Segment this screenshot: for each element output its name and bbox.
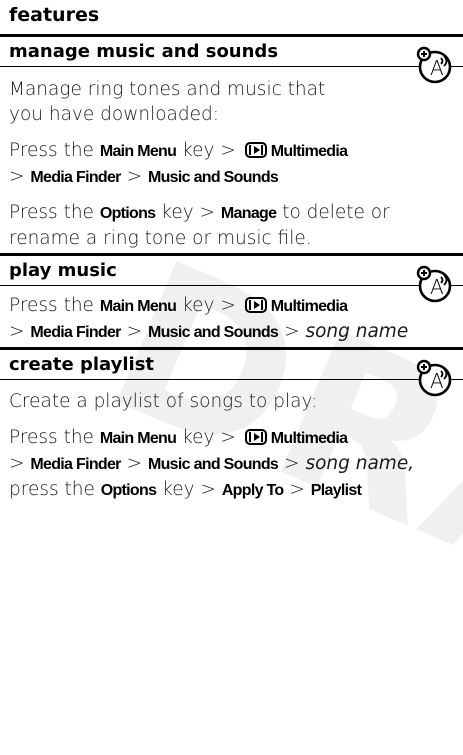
network-feature-icon: A [416, 359, 452, 397]
multimedia-menu: Multimedia [270, 143, 348, 160]
main-menu-key: Main Menu [99, 430, 177, 447]
section-heading: manage music and sounds [9, 41, 279, 62]
network-feature-icon: A [416, 265, 452, 303]
section-title-play-music: play music [0, 256, 463, 286]
multimedia-icon [244, 429, 267, 445]
apply-to-menu: Apply To [221, 482, 284, 499]
features-heading: features [9, 4, 100, 26]
music-and-sounds-menu: Music and Sounds [147, 324, 279, 341]
play-music-path: Press the Main Menu key > Multimedia > M… [9, 295, 409, 342]
media-finder-menu: Media Finder [30, 169, 121, 186]
multimedia-icon [244, 297, 267, 313]
manage-music-path: Press the Main Menu key > Multimedia > M… [9, 140, 348, 187]
main-menu-key: Main Menu [99, 298, 177, 315]
media-finder-menu: Media Finder [30, 456, 121, 473]
song-name-placeholder: song name, [305, 453, 415, 474]
playlist-menu: Playlist [310, 482, 362, 499]
multimedia-icon [244, 142, 267, 158]
options-key: Options [99, 205, 156, 222]
song-name-placeholder: song name [305, 321, 409, 342]
manual-page: DRAFT features manage music and sounds A… [0, 0, 463, 755]
create-playlist-intro: Create a playlist of songs to play: [9, 391, 318, 412]
options-key: Options [100, 482, 157, 499]
music-and-sounds-menu: Music and Sounds [147, 456, 279, 473]
music-and-sounds-menu: Music and Sounds [147, 169, 279, 186]
network-feature-icon: A [416, 46, 452, 84]
section-title-create-playlist: create playlist [0, 350, 463, 380]
main-menu-key: Main Menu [99, 143, 177, 160]
manage-menu: Manage [220, 205, 277, 222]
create-playlist-path: Press the Main Menu key > Multimedia > M… [9, 427, 415, 500]
manage-music-intro: Manage ring tones and music that you hav… [9, 79, 326, 125]
manage-options-instructions: Press the Options key > Manage to delete… [9, 202, 390, 249]
section-heading: create playlist [9, 354, 155, 375]
section-title-manage-music: manage music and sounds [0, 37, 463, 67]
multimedia-menu: Multimedia [270, 430, 348, 447]
media-finder-menu: Media Finder [30, 324, 121, 341]
section-heading: play music [9, 260, 117, 281]
features-table-header: features [0, 0, 463, 37]
multimedia-menu: Multimedia [270, 298, 348, 315]
